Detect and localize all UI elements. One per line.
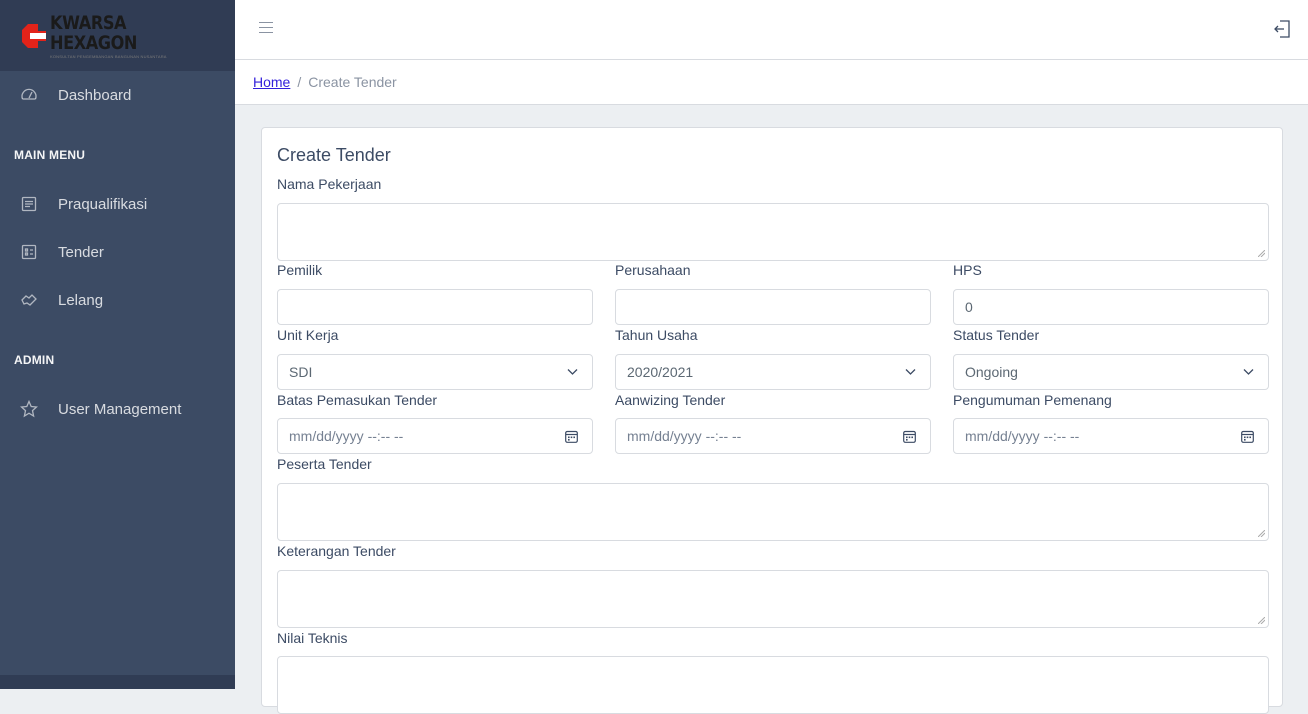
nilai-teknis-textarea[interactable] xyxy=(277,656,1269,714)
nilai-teknis-label: Nilai Teknis xyxy=(277,630,348,646)
perusahaan-label: Perusahaan xyxy=(615,262,691,278)
star-icon xyxy=(20,400,38,418)
perusahaan-input[interactable] xyxy=(615,289,931,325)
pemilik-input[interactable] xyxy=(277,289,593,325)
nav-title-admin: ADMIN xyxy=(14,353,55,367)
speedometer-icon xyxy=(20,86,38,104)
peserta-tender-label: Peserta Tender xyxy=(277,456,372,472)
tahun-usaha-select[interactable]: 2020/2021 xyxy=(615,354,931,390)
tahun-usaha-value: 2020/2021 xyxy=(627,364,694,380)
status-tender-value: Ongoing xyxy=(965,364,1018,380)
chevron-down-icon xyxy=(1243,369,1254,375)
resize-grip-icon xyxy=(1258,530,1265,537)
create-tender-card: Create Tender Nama Pekerjaan Pemilik Per… xyxy=(261,127,1283,714)
sidebar-item-lelang[interactable]: Lelang xyxy=(0,276,235,324)
aanwizing-label: Aanwizing Tender xyxy=(615,392,726,408)
pengumuman-datetime[interactable]: mm/dd/yyyy --:-- -- xyxy=(953,418,1269,454)
nav-title-main-menu: MAIN MENU xyxy=(14,148,86,162)
status-tender-label: Status Tender xyxy=(953,327,1040,343)
unit-kerja-label: Unit Kerja xyxy=(277,327,339,343)
grid-icon xyxy=(20,243,38,261)
chevron-down-icon xyxy=(905,369,916,375)
brand-logo-icon xyxy=(20,22,48,50)
sidebar-item-label: Praqualifikasi xyxy=(58,195,148,213)
batas-pemasukan-label: Batas Pemasukan Tender xyxy=(277,392,438,408)
peserta-tender-textarea[interactable] xyxy=(277,483,1269,541)
sidebar: KWARSA HEXAGON KONSULTAN PENGEMBANGAN BA… xyxy=(0,0,235,689)
sidebar-item-dashboard[interactable]: Dashboard xyxy=(0,71,235,119)
tahun-usaha-label: Tahun Usaha xyxy=(615,327,698,343)
pengumuman-placeholder: mm/dd/yyyy --:-- -- xyxy=(965,428,1080,444)
logout-icon[interactable] xyxy=(1272,19,1292,39)
pengumuman-label: Pengumuman Pemenang xyxy=(953,392,1112,408)
hps-value: 0 xyxy=(965,299,973,315)
breadcrumb-current: Create Tender xyxy=(308,74,397,90)
sidebar-item-label: User Management xyxy=(58,400,182,418)
sidebar-item-tender[interactable]: Tender xyxy=(0,228,235,276)
resize-grip-icon xyxy=(1258,617,1265,624)
keterangan-tender-textarea[interactable] xyxy=(277,570,1269,628)
unit-kerja-value: SDI xyxy=(289,364,313,380)
hps-input[interactable]: 0 xyxy=(953,289,1269,325)
brand-tagline: KONSULTAN PENGEMBANGAN BANGUNAN NUSANTAR… xyxy=(50,53,167,59)
batas-pemasukan-placeholder: mm/dd/yyyy --:-- -- xyxy=(289,428,404,444)
nama-pekerjaan-label: Nama Pekerjaan xyxy=(277,176,382,192)
status-tender-select[interactable]: Ongoing xyxy=(953,354,1269,390)
keterangan-tender-label: Keterangan Tender xyxy=(277,543,396,559)
calendar-icon[interactable] xyxy=(1241,430,1254,443)
hand-icon xyxy=(20,291,38,309)
aanwizing-datetime[interactable]: mm/dd/yyyy --:-- -- xyxy=(615,418,931,454)
list-icon xyxy=(20,195,38,213)
breadcrumb-separator: / xyxy=(297,74,302,90)
sidebar-item-user-management[interactable]: User Management xyxy=(0,385,235,433)
top-header xyxy=(235,0,1308,60)
sidebar-item-label: Lelang xyxy=(58,291,104,309)
calendar-icon[interactable] xyxy=(903,430,916,443)
card-title: Create Tender xyxy=(277,145,391,165)
breadcrumb-home-link[interactable]: Home xyxy=(253,74,290,90)
menu-icon[interactable] xyxy=(259,22,273,38)
breadcrumb: Home / Create Tender xyxy=(235,60,1308,105)
hps-label: HPS xyxy=(953,262,982,278)
sidebar-item-label: Dashboard xyxy=(58,86,132,104)
sidebar-minimizer[interactable] xyxy=(0,675,235,689)
pemilik-label: Pemilik xyxy=(277,262,323,278)
aanwizing-placeholder: mm/dd/yyyy --:-- -- xyxy=(627,428,742,444)
brand-name: KWARSA HEXAGON xyxy=(50,11,138,54)
nama-pekerjaan-textarea[interactable] xyxy=(277,203,1269,261)
chevron-down-icon xyxy=(567,369,578,375)
calendar-icon[interactable] xyxy=(565,430,578,443)
resize-grip-icon xyxy=(1258,250,1265,257)
sidebar-item-praqualifikasi[interactable]: Praqualifikasi xyxy=(0,180,235,228)
brand-logo[interactable]: KWARSA HEXAGON KONSULTAN PENGEMBANGAN BA… xyxy=(0,0,235,71)
unit-kerja-select[interactable]: SDI xyxy=(277,354,593,390)
batas-pemasukan-datetime[interactable]: mm/dd/yyyy --:-- -- xyxy=(277,418,593,454)
sidebar-item-label: Tender xyxy=(58,243,104,261)
